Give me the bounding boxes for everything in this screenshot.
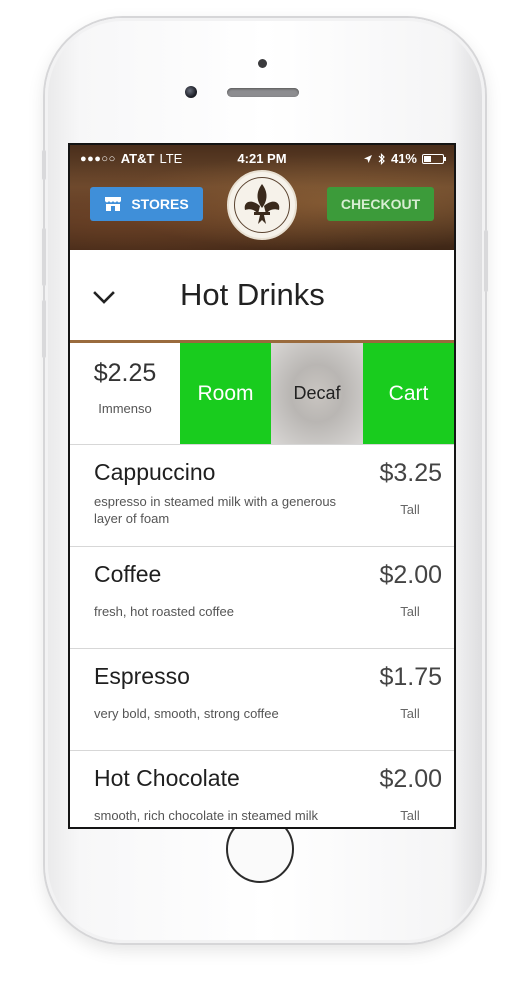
- decaf-button[interactable]: Decaf: [271, 343, 363, 444]
- mute-switch: [42, 150, 46, 180]
- item-description: very bold, smooth, strong coffee: [94, 706, 279, 721]
- checkout-button[interactable]: CHECKOUT: [327, 187, 434, 221]
- front-camera: [185, 86, 197, 98]
- item-description: espresso in steamed milk with a generous…: [94, 494, 337, 526]
- menu-item[interactable]: Cappuccino espresso in steamed milk with…: [70, 444, 454, 546]
- battery-percent: 41%: [390, 151, 417, 166]
- item-size: Tall: [400, 502, 420, 517]
- chevron-down-icon[interactable]: [92, 286, 116, 310]
- item-size: Tall: [400, 706, 420, 721]
- fleur-de-lis-icon: [244, 184, 280, 224]
- category-title-bar: Hot Drinks: [70, 250, 454, 343]
- status-right: 41%: [363, 151, 446, 166]
- app-screen: ●●●○○ AT&T LTE 4:21 PM 41% STORES CHECKO…: [68, 143, 456, 829]
- status-bar: ●●●○○ AT&T LTE 4:21 PM 41%: [70, 145, 454, 171]
- selected-price-cell: $2.25 Immenso: [70, 343, 180, 444]
- item-name: Cappuccino: [94, 459, 216, 485]
- menu-item[interactable]: Hot Chocolate smooth, rich chocolate in …: [70, 750, 454, 827]
- menu-list: Cappuccino espresso in steamed milk with…: [70, 444, 454, 827]
- page-title: Hot Drinks: [180, 277, 325, 312]
- power-button: [484, 230, 488, 292]
- brand-logo: [227, 170, 297, 240]
- location-arrow-icon: [363, 154, 372, 163]
- item-price: $2.00: [379, 765, 442, 793]
- menu-item[interactable]: Coffee fresh, hot roasted coffee $2.00 T…: [70, 546, 454, 648]
- app-header: ●●●○○ AT&T LTE 4:21 PM 41% STORES CHECKO…: [70, 145, 454, 250]
- selected-item-actions: $2.25 Immenso Room Decaf Cart: [70, 343, 454, 444]
- checkout-label: CHECKOUT: [340, 196, 421, 212]
- item-price: $1.75: [379, 663, 442, 691]
- selected-size: Immenso: [98, 401, 152, 416]
- battery-fill: [424, 155, 431, 162]
- bluetooth-icon: [378, 152, 385, 165]
- volume-up-button: [42, 228, 46, 286]
- item-name: Coffee: [94, 561, 162, 587]
- stores-button[interactable]: STORES: [90, 187, 203, 221]
- proximity-sensor: [258, 59, 267, 68]
- volume-down-button: [42, 300, 46, 358]
- storefront-icon: [105, 197, 122, 211]
- stores-label: STORES: [131, 196, 189, 212]
- item-name: Espresso: [94, 663, 190, 689]
- selected-price: $2.25: [93, 359, 157, 387]
- menu-item[interactable]: Espresso very bold, smooth, strong coffe…: [70, 648, 454, 750]
- battery-icon: [422, 153, 446, 164]
- item-price: $3.25: [379, 459, 442, 487]
- item-size: Tall: [400, 604, 420, 619]
- earpiece-speaker: [227, 88, 299, 97]
- room-button[interactable]: Room: [180, 343, 271, 444]
- item-description: smooth, rich chocolate in steamed milk: [94, 808, 318, 823]
- item-size: Tall: [400, 808, 420, 823]
- item-price: $2.00: [379, 561, 442, 589]
- cart-button[interactable]: Cart: [363, 343, 454, 444]
- item-description: fresh, hot roasted coffee: [94, 604, 234, 619]
- item-name: Hot Chocolate: [94, 765, 240, 791]
